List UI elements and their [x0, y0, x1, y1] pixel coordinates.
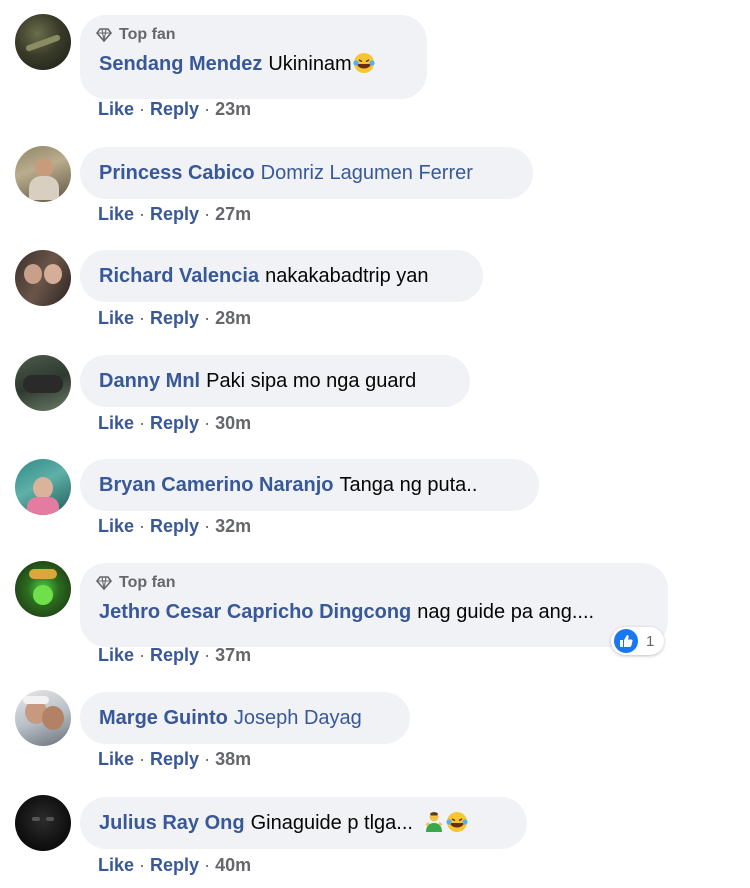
- comment-actions: Like · Reply · 40m: [98, 855, 252, 875]
- diamond-icon: [96, 28, 112, 43]
- comment-actions: Like · Reply · 28m: [98, 308, 252, 328]
- top-fan-badge: Top fan: [96, 24, 409, 46]
- avatar[interactable]: [15, 795, 71, 851]
- avatar[interactable]: [15, 250, 71, 306]
- comment-timestamp[interactable]: 27m: [215, 204, 251, 224]
- avatar[interactable]: [15, 561, 71, 617]
- comment-text: Paki sipa mo nga guard: [206, 370, 417, 392]
- diamond-icon: [96, 576, 112, 591]
- mention-link[interactable]: Domriz Lagumen Ferrer: [261, 162, 473, 184]
- reply-link[interactable]: Reply: [150, 308, 199, 328]
- reply-link[interactable]: Reply: [150, 855, 199, 875]
- comment-bubble: Bryan Camerino Naranjo Tanga ng puta..: [80, 459, 539, 511]
- reply-link[interactable]: Reply: [150, 413, 199, 433]
- reply-link[interactable]: Reply: [150, 749, 199, 769]
- comment-bubble: Princess Cabico Domriz Lagumen Ferrer: [80, 147, 533, 199]
- thumbs-up-icon: [614, 629, 638, 653]
- comment-text: Tanga ng puta..: [339, 474, 478, 496]
- comment-author[interactable]: Sendang Mendez: [99, 53, 262, 75]
- comment-timestamp[interactable]: 37m: [215, 645, 251, 665]
- comment-timestamp[interactable]: 40m: [215, 855, 251, 875]
- comment-bubble: Richard Valencia nakakabadtrip yan: [80, 250, 483, 302]
- comment-list: Top fan Sendang Mendez Ukininam Like · Repl…: [0, 0, 750, 888]
- comment-bubble: Top fan Sendang Mendez Ukininam: [80, 15, 427, 99]
- avatar[interactable]: [15, 690, 71, 746]
- reaction-count: 1: [646, 632, 655, 650]
- comment-author[interactable]: Richard Valencia: [99, 265, 259, 287]
- comment-author[interactable]: Jethro Cesar Capricho Dingcong: [99, 601, 411, 623]
- comment-timestamp[interactable]: 32m: [215, 516, 251, 536]
- reply-link[interactable]: Reply: [150, 99, 199, 119]
- mention-link[interactable]: Joseph Dayag: [234, 707, 362, 729]
- comment-text: Ginaguide p tlga...: [250, 812, 413, 834]
- avatar[interactable]: [15, 146, 71, 202]
- comment-actions: Like · Reply · 32m: [98, 516, 252, 536]
- like-link[interactable]: Like: [98, 99, 134, 119]
- comment-actions: Like · Reply · 38m: [98, 749, 252, 769]
- comment-timestamp[interactable]: 30m: [215, 413, 251, 433]
- like-link[interactable]: Like: [98, 413, 134, 433]
- comment-actions: Like · Reply · 27m: [98, 204, 252, 224]
- comment-author[interactable]: Julius Ray Ong: [99, 812, 245, 834]
- like-link[interactable]: Like: [98, 855, 134, 875]
- comment-timestamp[interactable]: 38m: [215, 749, 251, 769]
- comment-text: nakakabadtrip yan: [265, 265, 429, 287]
- comment-text: nag guide pa ang....: [417, 601, 595, 623]
- comment-author[interactable]: Marge Guinto: [99, 707, 228, 729]
- like-link[interactable]: Like: [98, 204, 134, 224]
- avatar[interactable]: [15, 459, 71, 515]
- top-fan-label: Top fan: [119, 26, 176, 43]
- comment-bubble: Top fan Jethro Cesar Capricho Dingcong na…: [80, 563, 668, 647]
- like-link[interactable]: Like: [98, 516, 134, 536]
- comment-actions: Like · Reply · 37m: [98, 645, 252, 665]
- like-link[interactable]: Like: [98, 308, 134, 328]
- reply-link[interactable]: Reply: [150, 516, 199, 536]
- like-link[interactable]: Like: [98, 749, 134, 769]
- comment-author[interactable]: Princess Cabico: [99, 162, 255, 184]
- comment-actions: Like · Reply · 30m: [98, 413, 252, 433]
- top-fan-badge: Top fan: [96, 572, 650, 594]
- comment-bubble: Danny Mnl Paki sipa mo nga guard: [80, 355, 470, 407]
- like-link[interactable]: Like: [98, 645, 134, 665]
- avatar[interactable]: [15, 355, 71, 411]
- reply-link[interactable]: Reply: [150, 645, 199, 665]
- comment-text: Ukininam: [268, 53, 352, 75]
- comment-bubble: Marge Guinto Joseph Dayag: [80, 692, 410, 744]
- comment-author[interactable]: Danny Mnl: [99, 370, 200, 392]
- reply-link[interactable]: Reply: [150, 204, 199, 224]
- comment-timestamp[interactable]: 23m: [215, 99, 251, 119]
- man-gesturing-icon: [424, 812, 443, 832]
- comment-timestamp[interactable]: 28m: [215, 308, 251, 328]
- laughing-tears-icon: [353, 53, 375, 73]
- comment-bubble: Julius Ray Ong Ginaguide p tlga...: [80, 797, 527, 849]
- laughing-tears-icon: [445, 812, 468, 832]
- comment-actions: Like · Reply · 23m: [98, 99, 252, 119]
- comment-author[interactable]: Bryan Camerino Naranjo: [99, 474, 334, 496]
- reaction-summary[interactable]: 1: [611, 627, 665, 655]
- top-fan-label: Top fan: [119, 574, 176, 591]
- avatar[interactable]: [15, 14, 71, 70]
